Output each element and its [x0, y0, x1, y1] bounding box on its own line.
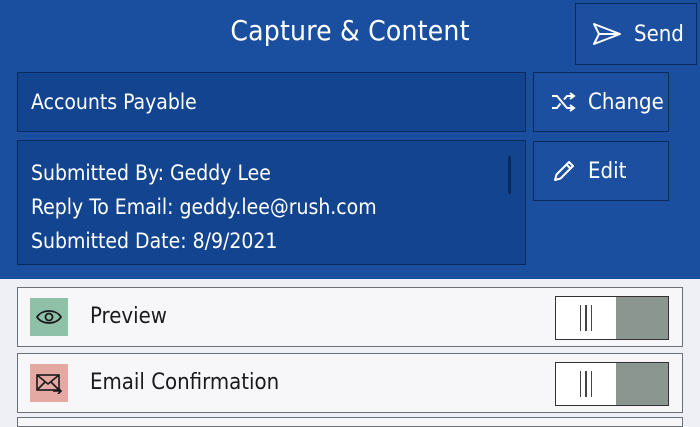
option-row-preview: Preview — [17, 287, 683, 347]
edit-button-label: Edit — [588, 158, 627, 184]
send-button[interactable]: Send — [575, 3, 697, 65]
destination-box: Accounts Payable — [17, 72, 526, 132]
option-label: Preview — [90, 304, 167, 329]
header-panel: Capture & Content Send Accounts Payable … — [0, 0, 700, 279]
eye-icon — [30, 298, 68, 336]
submission-info-box: Submitted By: Geddy Lee Reply To Email: … — [17, 140, 526, 265]
option-row-email-confirmation: Email Confirmation — [17, 353, 683, 413]
edit-button[interactable]: Edit — [533, 141, 669, 201]
info-scrollbar[interactable] — [508, 156, 511, 194]
reply-to-email: Reply To Email: geddy.lee@rush.com — [31, 195, 377, 219]
toggle-thumb[interactable] — [556, 363, 616, 405]
option-row-partial — [17, 417, 683, 427]
change-button-label: Change — [588, 89, 664, 115]
toggle-track — [616, 363, 668, 405]
preview-toggle[interactable] — [555, 296, 669, 340]
change-button[interactable]: Change — [533, 72, 669, 132]
destination-name: Accounts Payable — [31, 90, 197, 114]
toggle-thumb[interactable] — [556, 297, 616, 339]
shuffle-icon — [552, 92, 576, 112]
email-icon — [30, 364, 68, 402]
send-icon — [593, 23, 621, 45]
submitted-by: Submitted By: Geddy Lee — [31, 161, 271, 185]
email-confirmation-toggle[interactable] — [555, 362, 669, 406]
toggle-track — [616, 297, 668, 339]
submitted-date: Submitted Date: 8/9/2021 — [31, 229, 278, 253]
pencil-icon — [554, 161, 574, 181]
option-label: Email Confirmation — [90, 370, 280, 395]
send-button-label: Send — [634, 21, 684, 47]
